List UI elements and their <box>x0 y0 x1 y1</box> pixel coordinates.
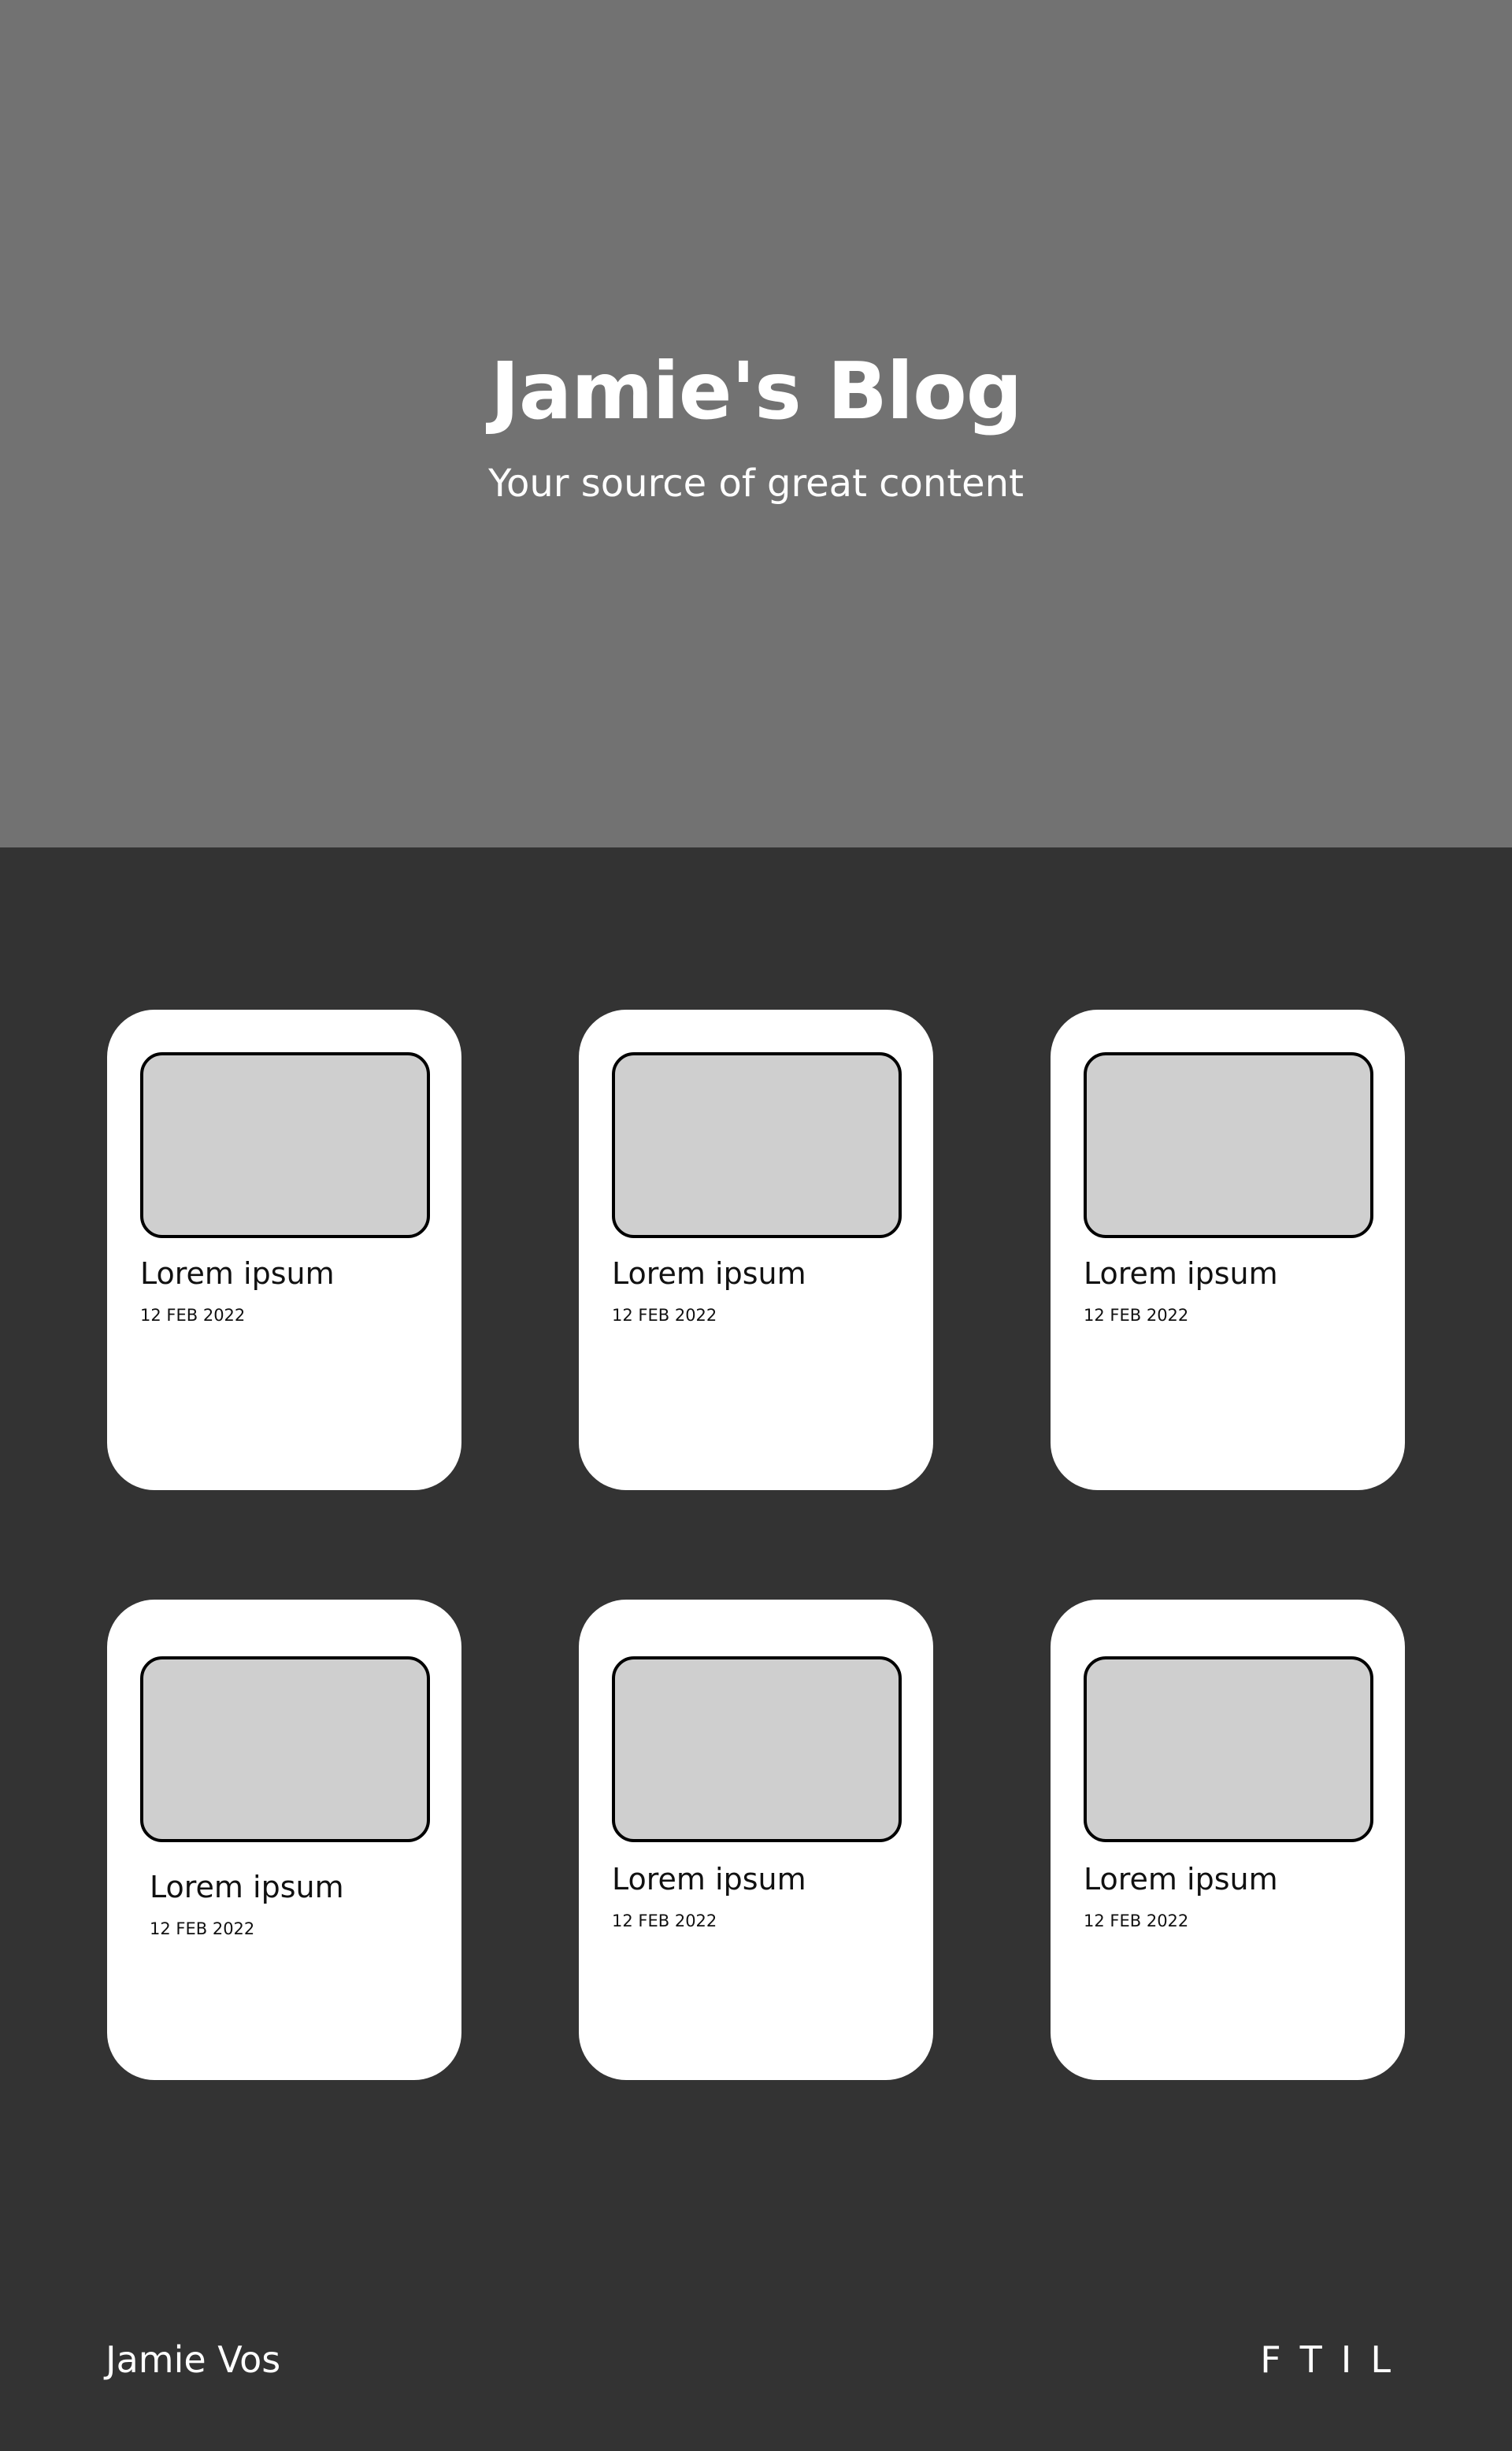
linkedin-link[interactable]: L <box>1370 2336 1405 2383</box>
post-title: Lorem ipsum <box>1084 1256 1278 1291</box>
post-date: 12 FEB 2022 <box>1084 1306 1189 1325</box>
post-title: Lorem ipsum <box>612 1862 806 1897</box>
post-title: Lorem ipsum <box>1084 1862 1278 1897</box>
post-card[interactable]: Lorem ipsum 12 FEB 2022 <box>107 1600 461 2080</box>
post-thumbnail <box>612 1656 902 1842</box>
post-card[interactable]: Lorem ipsum 12 FEB 2022 <box>1051 1010 1405 1490</box>
instagram-link[interactable]: I <box>1341 2336 1366 2383</box>
post-thumbnail <box>140 1656 430 1842</box>
post-date: 12 FEB 2022 <box>1084 1911 1189 1930</box>
post-title: Lorem ipsum <box>612 1256 806 1291</box>
post-card[interactable]: Lorem ipsum 12 FEB 2022 <box>1051 1600 1405 2080</box>
post-thumbnail <box>1084 1656 1373 1842</box>
post-card[interactable]: Lorem ipsum 12 FEB 2022 <box>579 1600 933 2080</box>
facebook-link[interactable]: F <box>1260 2336 1295 2383</box>
hero-banner: Jamie's Blog Your source of great conten… <box>0 0 1512 847</box>
post-date: 12 FEB 2022 <box>612 1911 717 1930</box>
post-date: 12 FEB 2022 <box>140 1306 246 1325</box>
post-thumbnail <box>1084 1052 1373 1238</box>
author-name: Jamie Vos <box>106 2338 281 2381</box>
post-date: 12 FEB 2022 <box>150 1919 255 1938</box>
post-title: Lorem ipsum <box>140 1256 335 1291</box>
social-links: F T I L <box>1260 2336 1405 2383</box>
post-title: Lorem ipsum <box>150 1870 344 1904</box>
blog-title: Jamie's Blog <box>490 345 1023 437</box>
twitter-link[interactable]: T <box>1300 2336 1336 2383</box>
post-card[interactable]: Lorem ipsum 12 FEB 2022 <box>579 1010 933 1490</box>
post-date: 12 FEB 2022 <box>612 1306 717 1325</box>
post-card[interactable]: Lorem ipsum 12 FEB 2022 <box>107 1010 461 1490</box>
post-thumbnail <box>140 1052 430 1238</box>
post-thumbnail <box>612 1052 902 1238</box>
blog-subtitle: Your source of great content <box>488 462 1024 506</box>
